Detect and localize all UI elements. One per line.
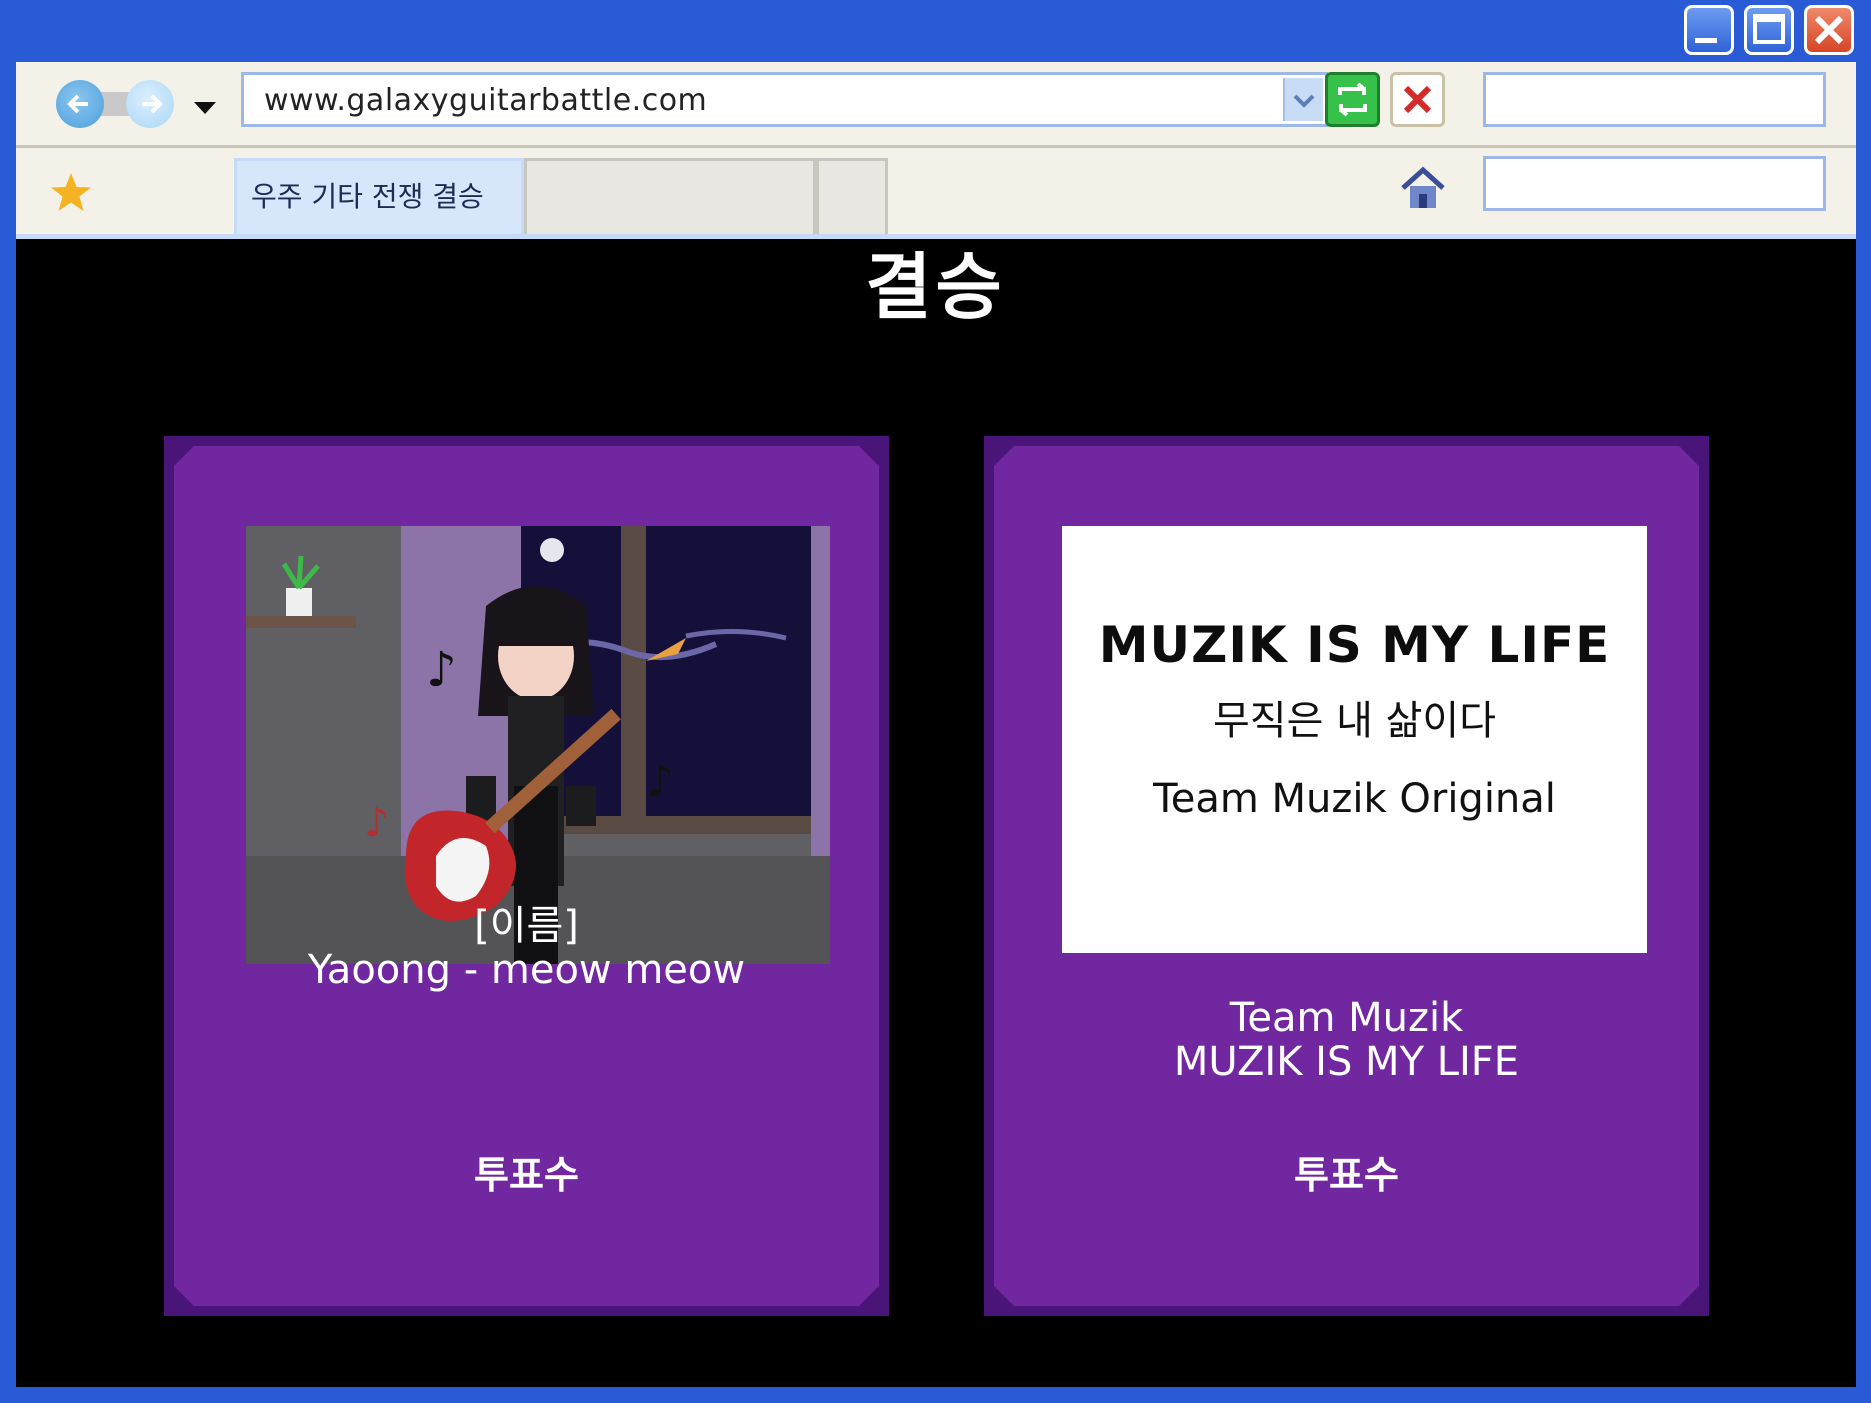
svg-text:♪: ♪	[364, 800, 390, 846]
secondary-search-input[interactable]	[1483, 156, 1826, 211]
entry-card-left[interactable]: ♪ ♪ ♪ [이름] Yaoong - meow meow 투표수	[164, 436, 889, 1316]
cover-title: MUZIK IS MY LIFE	[1098, 616, 1611, 674]
card-background: MUZIK IS MY LIFE 무직은 내 삶이다 Team Muzik Or…	[994, 446, 1699, 1306]
refresh-icon	[1338, 82, 1367, 117]
address-text[interactable]: www.galaxyguitarbattle.com	[264, 83, 707, 118]
vote-count-label: 투표수	[474, 1153, 579, 1197]
back-arrow-icon	[67, 94, 88, 114]
minimize-icon	[1695, 38, 1717, 43]
page-title: 결승	[865, 245, 1006, 329]
album-cover: MUZIK IS MY LIFE 무직은 내 삶이다 Team Muzik Or…	[1062, 526, 1647, 953]
navigation-toolbar: www.galaxyguitarbattle.com	[16, 62, 1856, 148]
entry-song: MUZIK IS MY LIFE	[1173, 1039, 1520, 1085]
chevron-down-icon	[1293, 94, 1315, 108]
svg-text:♪: ♪	[646, 756, 674, 807]
tab-blank[interactable]	[524, 158, 816, 234]
tab-label: 우주 기타 전쟁 결승	[251, 180, 484, 213]
home-icon[interactable]	[1399, 164, 1447, 212]
maximize-button[interactable]	[1744, 5, 1794, 55]
close-button[interactable]	[1804, 5, 1854, 55]
maximize-icon	[1753, 14, 1785, 44]
entry-name: Yaoong - meow meow	[307, 947, 746, 993]
star-icon[interactable]	[48, 170, 94, 216]
entry-card-right[interactable]: MUZIK IS MY LIFE 무직은 내 삶이다 Team Muzik Or…	[984, 436, 1709, 1316]
window-controls	[1684, 5, 1854, 55]
entry-name-label: [이름]	[474, 903, 579, 949]
refresh-button[interactable]	[1325, 72, 1380, 127]
minimize-button[interactable]	[1684, 5, 1734, 55]
history-dropdown-icon[interactable]	[190, 96, 220, 118]
vote-count-label: 투표수	[1294, 1153, 1399, 1197]
entry-team: Team Muzik	[1229, 995, 1464, 1041]
address-dropdown-button[interactable]	[1283, 78, 1323, 121]
cover-credit: Team Muzik Original	[1153, 776, 1556, 822]
stop-icon	[1403, 85, 1432, 114]
stop-button[interactable]	[1390, 72, 1445, 127]
back-button[interactable]	[56, 80, 104, 128]
forward-arrow-icon	[142, 94, 163, 114]
tab-new[interactable]	[816, 158, 888, 234]
cover-subtitle: 무직은 내 삶이다	[1212, 698, 1497, 744]
guitarist-illustration: ♪ ♪ ♪	[246, 526, 830, 964]
search-input[interactable]	[1483, 72, 1826, 127]
svg-text:♪: ♪	[426, 642, 457, 698]
forward-button[interactable]	[126, 80, 174, 128]
card-background: ♪ ♪ ♪ [이름] Yaoong - meow meow 투표수	[174, 446, 879, 1306]
address-bar[interactable]: www.galaxyguitarbattle.com	[241, 72, 1328, 127]
tab-active[interactable]: 우주 기타 전쟁 결승	[234, 158, 524, 234]
close-icon	[1814, 15, 1844, 45]
